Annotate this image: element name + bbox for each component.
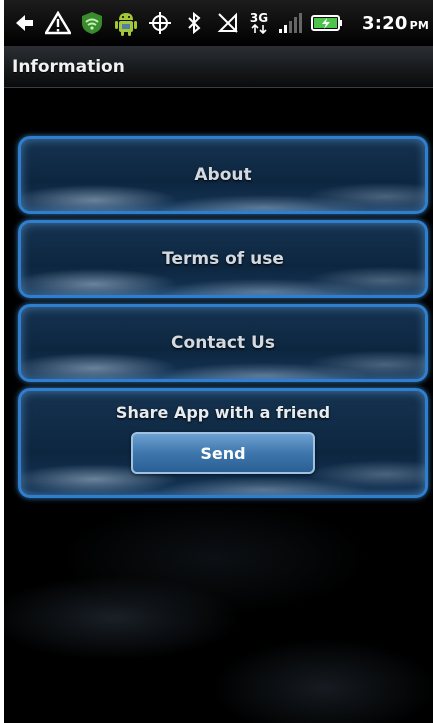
title-bar: Information: [4, 46, 433, 88]
send-button[interactable]: Send: [131, 432, 315, 474]
gps-crosshair-icon: [146, 9, 174, 37]
share-app-label: Share App with a friend: [115, 403, 331, 422]
back-arrow-icon: [10, 9, 38, 37]
about-button[interactable]: About: [18, 136, 428, 214]
bluetooth-icon: [180, 9, 208, 37]
signal-off-icon: [214, 9, 242, 37]
status-bar: 3G 3:20 PM: [4, 0, 433, 46]
contact-us-button[interactable]: Contact Us: [18, 304, 428, 382]
share-app-card: Share App with a friend Send: [18, 388, 428, 498]
warning-icon: [44, 9, 72, 37]
wifi-shield-icon: [78, 9, 106, 37]
clock: 3:20 PM: [362, 12, 429, 34]
battery-charging-icon: [310, 9, 344, 37]
contact-us-label: Contact Us: [171, 333, 275, 353]
3g-data-icon: 3G: [248, 9, 270, 37]
about-label: About: [194, 165, 252, 185]
page-title: Information: [12, 56, 125, 77]
terms-of-use-label: Terms of use: [162, 249, 284, 269]
signal-bars-icon: [276, 9, 304, 37]
terms-of-use-button[interactable]: Terms of use: [18, 220, 428, 298]
android-icon: [112, 9, 140, 37]
content-area: About Terms of use Contact Us Share App …: [4, 88, 433, 723]
phone-screen: 3G 3:20 PM Information About Terms of use…: [0, 0, 433, 723]
